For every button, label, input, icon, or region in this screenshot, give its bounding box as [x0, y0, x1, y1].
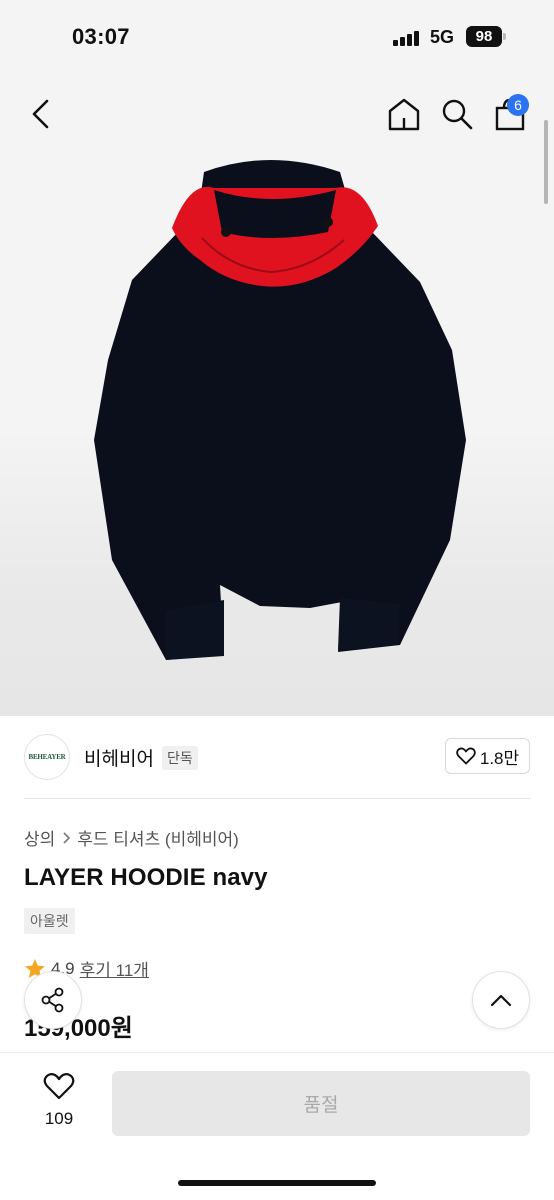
- home-button[interactable]: [386, 96, 422, 132]
- home-indicator: [178, 1180, 376, 1186]
- battery-tip: [503, 33, 506, 40]
- scrollbar[interactable]: [544, 120, 548, 204]
- scroll-to-top-button[interactable]: [472, 971, 530, 1029]
- chevron-left-icon: [32, 99, 49, 129]
- wishlist-count: 109: [44, 1109, 74, 1128]
- outlet-badge: 아울렛: [24, 908, 75, 934]
- chevron-up-icon: [490, 994, 512, 1007]
- bag-count-badge: 6: [507, 94, 529, 116]
- status-bar: 03:07 5G 98: [0, 0, 554, 76]
- brand-name[interactable]: 비헤비어: [84, 744, 154, 771]
- home-icon: [388, 98, 420, 131]
- wishlist-button[interactable]: 109: [34, 1072, 84, 1129]
- network-type: 5G: [430, 27, 455, 47]
- search-button[interactable]: [440, 96, 474, 132]
- share-button[interactable]: [24, 971, 82, 1029]
- search-icon: [442, 99, 473, 130]
- share-icon: [41, 987, 64, 1013]
- brand-like-count: 1.8만: [479, 748, 520, 768]
- chevron-right-icon: [63, 831, 71, 844]
- brand-logo-text: BEHEAYER: [28, 753, 66, 761]
- breadcrumb-subcategory[interactable]: 후드 티셔츠 (비헤비어): [77, 825, 239, 850]
- brand-logo[interactable]: BEHEAYER: [24, 734, 70, 780]
- hoodie-illustration: [94, 160, 466, 660]
- review-count-link[interactable]: 후기 11개: [80, 956, 149, 981]
- divider: [24, 798, 530, 799]
- exclusive-badge: 단독: [162, 746, 198, 770]
- sold-out-button[interactable]: 품절: [112, 1071, 530, 1136]
- battery-icon: 98: [466, 26, 502, 47]
- signal-icon: [393, 30, 423, 46]
- back-button[interactable]: [26, 96, 58, 132]
- heart-icon: [456, 747, 476, 765]
- status-time: 03:07: [72, 24, 130, 49]
- brand-like-button[interactable]: 1.8만: [445, 738, 530, 774]
- breadcrumb-category[interactable]: 상의: [24, 825, 55, 850]
- breadcrumb: 상의 후드 티셔츠 (비헤비어): [24, 825, 239, 850]
- heart-icon: [43, 1073, 75, 1100]
- product-title: LAYER HOODIE navy: [24, 864, 268, 891]
- product-image[interactable]: [0, 76, 554, 716]
